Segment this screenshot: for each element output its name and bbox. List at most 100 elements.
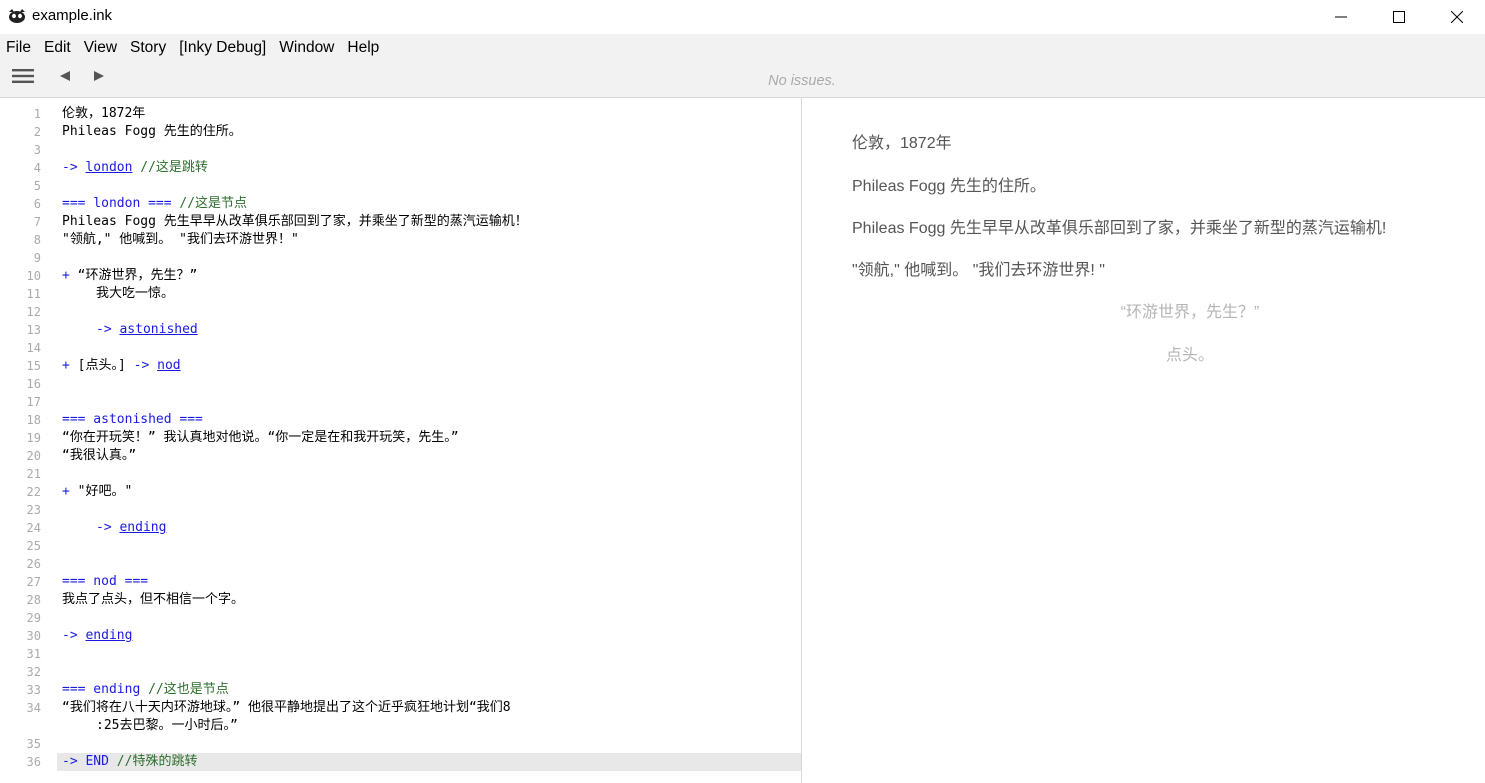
code-text[interactable]: -> ending [96,519,166,537]
code-divert-link[interactable]: ending [119,520,166,535]
editor-line[interactable]: 4 -> london //这是跳转 [0,159,801,177]
editor-line[interactable]: 28 我点了点头，但不相信一个字。 [0,591,801,609]
editor-line[interactable]: 24 -> ending [0,519,801,537]
line-number: 15 [26,359,41,373]
maximize-button[interactable] [1370,0,1428,33]
code-text[interactable]: Phileas Fogg 先生的住所。 [62,123,242,141]
editor-line[interactable]: 34 “我们将在八十天内环游地球。” 他很平静地提出了这个近乎疯狂地计划“我们8 [0,699,801,717]
editor-line[interactable]: 10 + “环游世界，先生？” [0,267,801,285]
editor-line[interactable]: 19 “你在开玩笑！” 我认真地对他说。“你一定是在和我开玩笑，先生。” [0,429,801,447]
line-number: 18 [26,413,41,427]
line-number: 19 [26,431,41,445]
editor-line[interactable]: 20 “我很认真。” [0,447,801,465]
menu-file[interactable]: File [6,39,31,57]
editor-line[interactable]: 35 [0,735,801,753]
story-choice[interactable]: 点头。 [803,341,1485,365]
menu-inky-debug[interactable]: [Inky Debug] [179,39,266,57]
line-number: 24 [26,521,41,535]
menu-help[interactable]: Help [347,39,379,57]
editor-line[interactable]: 22 + "好吧。" [0,483,801,501]
code-text[interactable]: Phileas Fogg 先生早早从改革俱乐部回到了家，并乘坐了新型的蒸汽运输机… [62,213,528,231]
editor-line[interactable]: 33 === ending //这也是节点 [0,681,801,699]
code-keyword: -> [96,322,120,337]
issues-status: No issues. [768,73,836,89]
editor-line[interactable]: 6 === london === //这是节点 [0,195,801,213]
editor-line[interactable]: 36 -> END //特殊的跳转 [0,753,801,771]
editor-line[interactable]: 25 [0,537,801,555]
code-text[interactable]: -> london //这是跳转 [62,159,208,177]
code-divert-link[interactable]: astonished [119,322,197,337]
editor-line[interactable]: 14 [0,339,801,357]
code-text: 我大吃一惊。 [96,286,175,301]
code-text: [点头。] [77,358,126,373]
ink-editor[interactable]: 1 伦敦，1872年 2 Phileas Fogg 先生的住所。 3 4 -> london… [0,98,802,783]
code-text[interactable]: 我大吃一惊。 [96,285,174,303]
code-keyword: + [62,484,78,499]
editor-line[interactable]: 17 [0,393,801,411]
code-text[interactable]: 我点了点头，但不相信一个字。 [62,591,244,609]
editor-line[interactable]: :25去巴黎。一小时后。” [0,717,801,735]
minimize-button[interactable] [1312,0,1370,33]
menu-story[interactable]: Story [130,39,166,57]
line-number: 27 [26,575,41,589]
editor-line[interactable]: 30 -> ending [0,627,801,645]
menu-window[interactable]: Window [279,39,334,57]
editor-line[interactable]: 1 伦敦，1872年 [0,105,801,123]
editor-line[interactable]: 23 [0,501,801,519]
code-divert-link[interactable]: london [85,160,132,175]
forward-arrow-icon[interactable] [92,68,106,84]
code-text[interactable]: + [点头。] -> nod [62,357,181,375]
menu-edit[interactable]: Edit [44,39,71,57]
editor-line[interactable]: 11 我大吃一惊。 [0,285,801,303]
code-text[interactable]: === astonished === [62,411,203,429]
code-text[interactable]: “我们将在八十天内环游地球。” 他很平静地提出了这个近乎疯狂地计划“我们8 [62,699,511,717]
code-divert-link[interactable]: ending [85,628,132,643]
story-paragraph: "领航," 他喊到。 "我们去环游世界! " [852,262,1105,279]
close-button[interactable] [1428,0,1485,33]
line-number: 31 [26,647,41,661]
editor-line[interactable]: 13 -> astonished [0,321,801,339]
code-keyword: === astonished === [62,412,203,427]
code-divert-link[interactable]: nod [157,358,180,373]
editor-line[interactable]: 26 [0,555,801,573]
back-arrow-icon[interactable] [58,68,72,84]
editor-line[interactable]: 7 Phileas Fogg 先生早早从改革俱乐部回到了家，并乘坐了新型的蒸汽运输… [0,213,801,231]
code-text: “我们将在八十天内环游地球。” 他很平静地提出了这个近乎疯狂地计划“我们8 [62,700,511,715]
code-text[interactable]: “我很认真。” [62,447,136,465]
code-text[interactable]: -> astonished [96,321,198,339]
code-text[interactable]: “你在开玩笑！” 我认真地对他说。“你一定是在和我开玩笑，先生。” [62,429,459,447]
code-text[interactable]: :25去巴黎。一小时后。” [96,717,238,735]
code-text[interactable]: "领航," 他喊到。 "我们去环游世界！" [62,231,299,249]
editor-line[interactable]: 18 === astonished === [0,411,801,429]
line-number: 8 [33,233,41,247]
editor-line[interactable]: 3 [0,141,801,159]
editor-line[interactable]: 16 [0,375,801,393]
editor-line[interactable]: 29 [0,609,801,627]
code-text[interactable]: === nod === [62,573,148,591]
code-text[interactable]: -> ending [62,627,132,645]
editor-line[interactable]: 9 [0,249,801,267]
story-choice[interactable]: “环游世界，先生？” [803,298,1485,322]
editor-line[interactable]: 8 "领航," 他喊到。 "我们去环游世界！" [0,231,801,249]
editor-line[interactable]: 21 [0,465,801,483]
editor-line[interactable]: 12 [0,303,801,321]
code-keyword: === london === [62,196,180,211]
editor-line[interactable]: 31 [0,645,801,663]
code-text[interactable]: === ending //这也是节点 [62,681,229,699]
title-bar: example.ink [0,0,1485,33]
editor-line[interactable]: 2 Phileas Fogg 先生的住所。 [0,123,801,141]
hamburger-icon[interactable] [12,68,34,84]
code-text[interactable]: -> END //特殊的跳转 [62,753,197,771]
code-keyword: -> END [62,754,117,769]
line-number: 4 [33,161,41,175]
menu-view[interactable]: View [84,39,117,57]
editor-line[interactable]: 15 + [点头。] -> nod [0,357,801,375]
editor-line[interactable]: 32 [0,663,801,681]
line-number: 14 [26,341,41,355]
code-text[interactable]: 伦敦，1872年 [62,105,145,123]
code-text[interactable]: + “环游世界，先生？” [62,267,197,285]
code-text[interactable]: === london === //这是节点 [62,195,247,213]
editor-line[interactable]: 5 [0,177,801,195]
editor-line[interactable]: 27 === nod === [0,573,801,591]
code-text[interactable]: + "好吧。" [62,483,132,501]
